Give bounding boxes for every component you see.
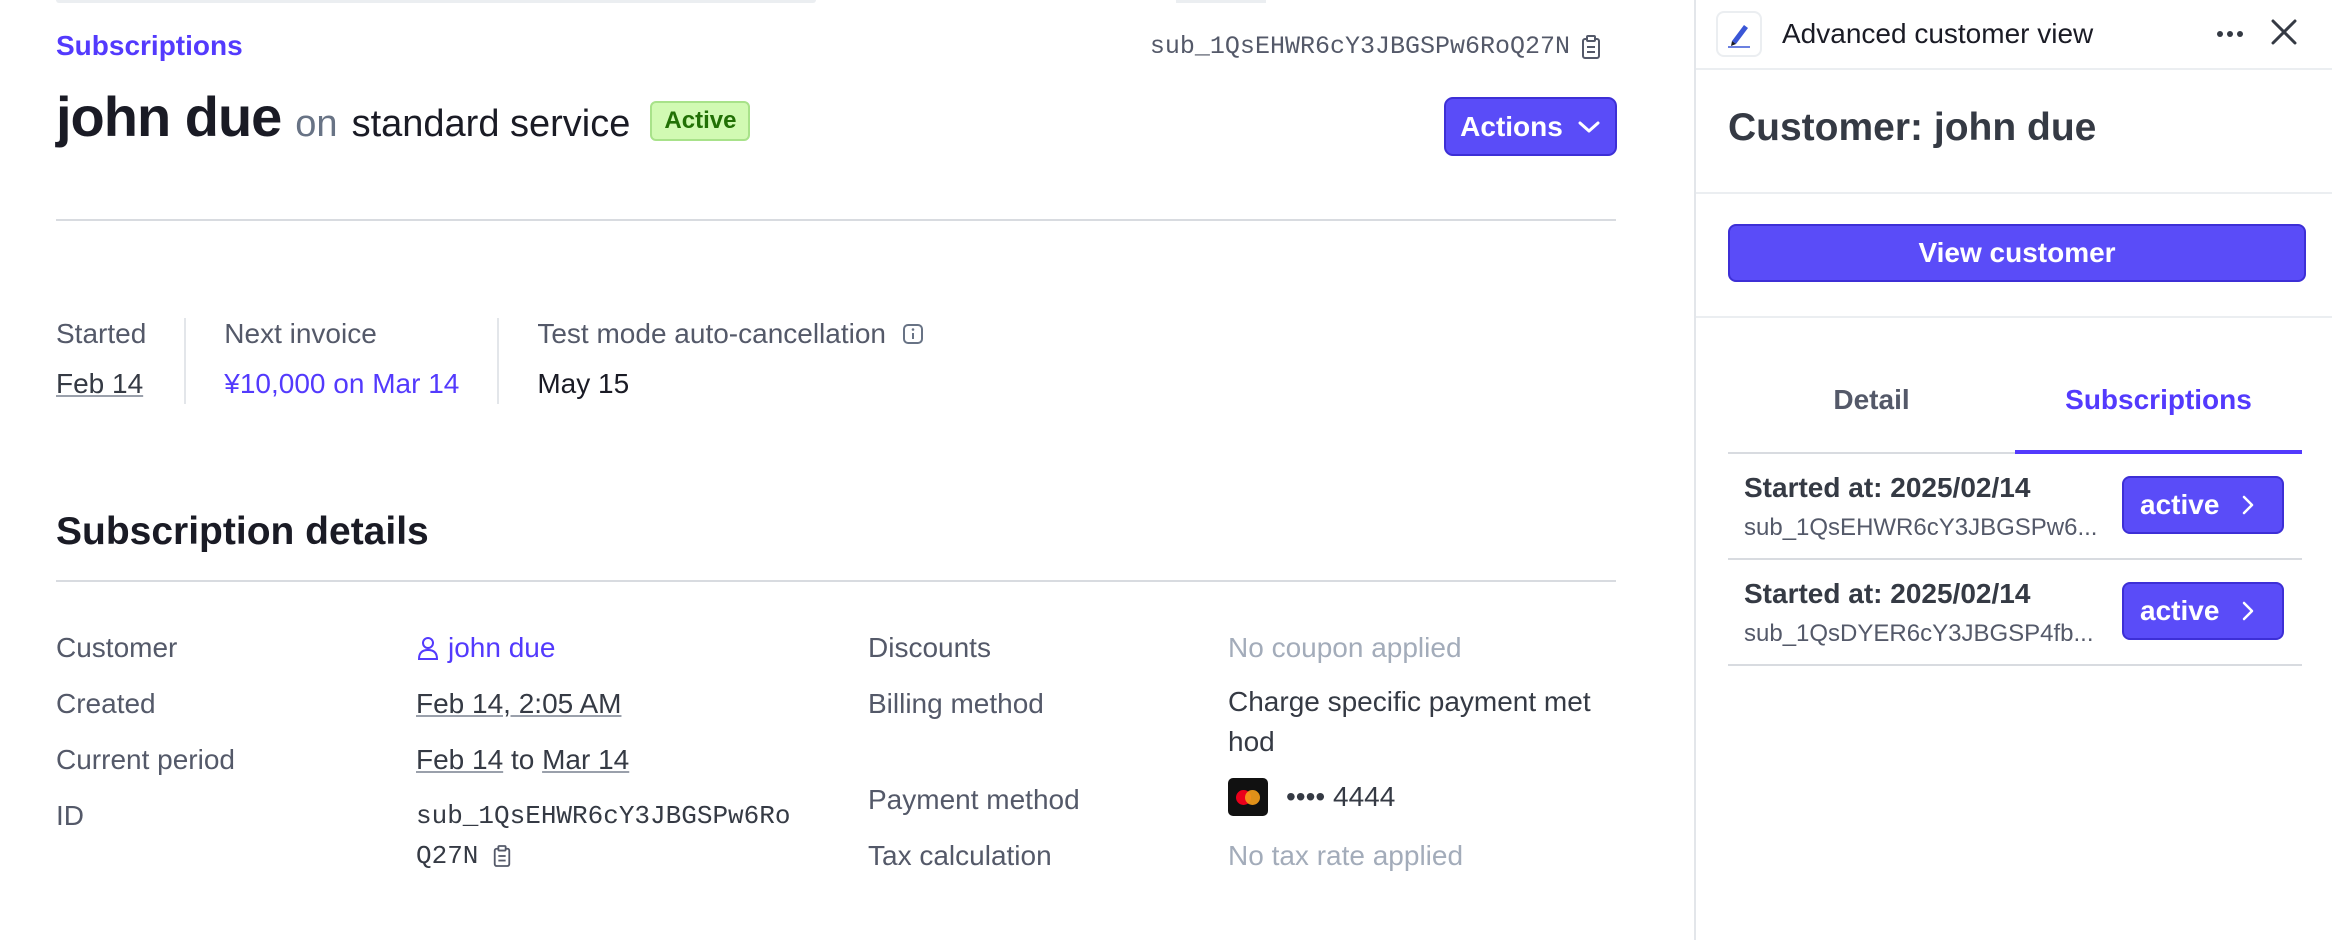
section-divider [56, 580, 1616, 582]
subscription-id: sub_1QsEHWR6cY3JBGSPw6... [1744, 514, 2098, 541]
billing-method-label: Billing method [868, 688, 1044, 719]
summary-auto-cancel: Test mode auto-cancellation May 15 [537, 318, 962, 404]
subscription-page: Subscriptions sub_1QsEHWR6cY3JBGSPw6RoQ2… [0, 0, 1694, 940]
card-last4: •••• 4444 [1286, 781, 1396, 812]
customer-name-title: john due [56, 85, 282, 148]
id-line-2-row: Q27N [416, 836, 790, 876]
payment-method-label: Payment method [868, 784, 1080, 815]
id-line-2: Q27N [416, 841, 479, 871]
status-badge: Active [650, 100, 751, 141]
breadcrumb-subscriptions[interactable]: Subscriptions [56, 30, 243, 62]
header-divider [56, 219, 1616, 221]
tax-calculation-label: Tax calculation [868, 840, 1052, 871]
chevron-right-icon [2243, 601, 2254, 621]
id-value: sub_1QsEHWR6cY3JBGSPw6Ro Q27N [416, 796, 790, 876]
page-title: john due on standard service Active [56, 84, 751, 149]
created-value[interactable]: Feb 14, 2:05 AM [416, 688, 621, 720]
top-scroll-strip [56, 0, 816, 3]
actions-button-label: Actions [1460, 110, 1563, 142]
auto-cancel-label: Test mode auto-cancellation [537, 318, 924, 350]
person-icon [417, 637, 439, 660]
title-on: on [295, 103, 338, 145]
subscription-started: Started at: 2025/02/14 [1744, 578, 2031, 609]
panel-view-section: View customer [1696, 194, 2332, 318]
discounts-label: Discounts [868, 632, 991, 663]
close-icon[interactable] [2268, 16, 2300, 48]
billing-line-1: Charge specific payment met [1228, 686, 1591, 717]
top-scroll-strip-2 [1176, 0, 1266, 3]
clipboard-icon[interactable] [492, 844, 512, 868]
info-icon[interactable] [902, 323, 924, 345]
next-invoice-label: Next invoice [224, 318, 377, 349]
billing-line-2: hod [1228, 726, 1275, 757]
summary-started: Started Feb 14 [56, 318, 187, 404]
subscription-id-text: sub_1QsEHWR6cY3JBGSPw6RoQ27N [1149, 32, 1570, 61]
subscription-id-header: sub_1QsEHWR6cY3JBGSPw6RoQ27N [1150, 32, 1602, 61]
mastercard-icon [1228, 778, 1268, 816]
started-value[interactable]: Feb 14 [56, 368, 146, 400]
app-logo-icon [1716, 11, 1762, 57]
period-end[interactable]: Mar 14 [542, 744, 629, 775]
view-customer-button[interactable]: View customer [1728, 224, 2306, 282]
status-label: active [2140, 595, 2220, 626]
subscription-started: Started at: 2025/02/14 [1744, 472, 2031, 503]
next-invoice-link[interactable]: ¥10,000 on Mar 14 [224, 368, 459, 400]
current-period-value: Feb 14 to Mar 14 [416, 744, 629, 776]
customer-link-text: john due [448, 632, 556, 663]
customer-label: Customer [56, 632, 178, 663]
tax-calculation-value: No tax rate applied [1228, 840, 1464, 871]
summary-next-invoice: Next invoice ¥10,000 on Mar 14 [224, 318, 500, 404]
period-to: to [510, 744, 535, 775]
discounts-value: No coupon applied [1228, 632, 1462, 663]
advanced-customer-panel: Advanced customer view Customer: john du… [1694, 0, 2332, 940]
customer-link[interactable]: john due [416, 632, 555, 664]
status-label: active [2140, 489, 2220, 520]
pencil-logo-icon [1728, 25, 1750, 48]
actions-button[interactable]: Actions [1444, 97, 1617, 156]
plan-name: standard service [351, 103, 631, 145]
chevron-down-icon [1578, 121, 1600, 132]
subscription-status-button[interactable]: active [2122, 582, 2284, 640]
tab-subscriptions[interactable]: Subscriptions [2015, 378, 2302, 454]
panel-header: Advanced customer view [1696, 0, 2332, 70]
subscription-id: sub_1QsDYER6cY3JBGSP4fb... [1744, 620, 2094, 647]
id-line-1: sub_1QsEHWR6cY3JBGSPw6Ro [416, 801, 791, 831]
summary-bar: Started Feb 14 Next invoice ¥10,000 on M… [56, 318, 1000, 404]
panel-title: Advanced customer view [1782, 18, 2094, 49]
more-options-icon[interactable] [2214, 22, 2246, 46]
subscription-status-button[interactable]: active [2122, 476, 2284, 534]
id-label: ID [56, 800, 84, 831]
list-item: Started at: 2025/02/14 sub_1QsDYER6cY3JB… [1728, 560, 2302, 666]
panel-tabs: Detail Subscriptions [1728, 378, 2302, 454]
auto-cancel-value: May 15 [537, 368, 630, 399]
list-item: Started at: 2025/02/14 sub_1QsEHWR6cY3JB… [1728, 454, 2302, 560]
period-start[interactable]: Feb 14 [416, 744, 503, 775]
current-period-label: Current period [56, 744, 235, 775]
clipboard-icon[interactable] [1580, 34, 1602, 60]
panel-customer-heading: Customer: john due [1696, 70, 2332, 194]
auto-cancel-label-text: Test mode auto-cancellation [537, 318, 886, 349]
started-label: Started [56, 318, 147, 349]
payment-method-value: •••• 4444 [1228, 778, 1395, 816]
section-title-details: Subscription details [56, 510, 429, 553]
created-label: Created [56, 688, 156, 719]
chevron-right-icon [2243, 495, 2254, 515]
tab-detail[interactable]: Detail [1728, 378, 2015, 452]
billing-method-value: Charge specific payment met hod [1228, 682, 1591, 762]
subscription-list: Started at: 2025/02/14 sub_1QsEHWR6cY3JB… [1728, 454, 2302, 666]
